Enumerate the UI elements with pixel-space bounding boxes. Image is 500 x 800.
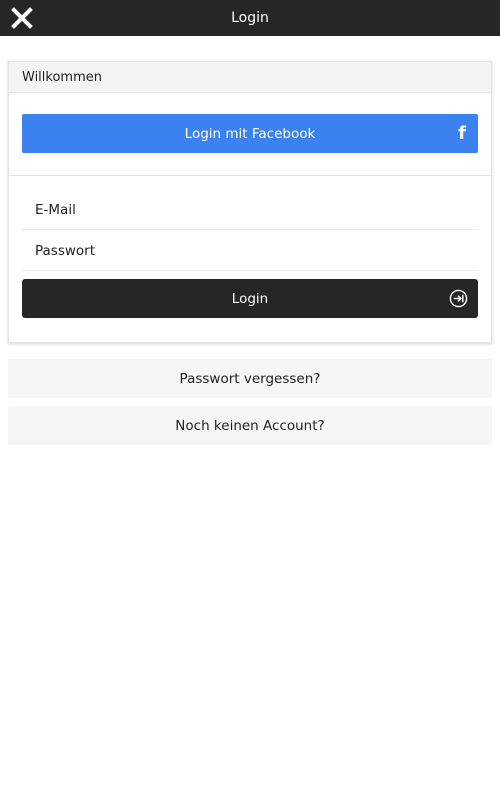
top-bar: Login bbox=[0, 0, 500, 36]
forgot-password-label: Passwort vergessen? bbox=[179, 370, 321, 387]
login-button-label: Login bbox=[231, 290, 269, 307]
close-button[interactable] bbox=[10, 6, 34, 30]
sign-in-icon bbox=[449, 289, 468, 308]
facebook-icon: f bbox=[458, 123, 466, 144]
email-row bbox=[22, 190, 478, 230]
divider bbox=[9, 175, 491, 176]
login-button[interactable]: Login bbox=[22, 279, 478, 318]
card-header: Willkommen bbox=[9, 62, 491, 93]
close-icon bbox=[11, 7, 33, 29]
facebook-login-button[interactable]: Login mit Facebook f bbox=[22, 114, 478, 153]
password-field[interactable] bbox=[22, 231, 478, 270]
email-field[interactable] bbox=[22, 190, 478, 229]
login-card: Willkommen Login mit Facebook f Login bbox=[8, 61, 492, 343]
welcome-heading: Willkommen bbox=[22, 69, 102, 85]
no-account-button[interactable]: Noch keinen Account? bbox=[8, 406, 492, 445]
forgot-password-button[interactable]: Passwort vergessen? bbox=[8, 359, 492, 398]
password-row bbox=[22, 231, 478, 271]
facebook-login-label: Login mit Facebook bbox=[184, 125, 316, 142]
no-account-label: Noch keinen Account? bbox=[175, 417, 325, 434]
page-title: Login bbox=[231, 10, 269, 26]
